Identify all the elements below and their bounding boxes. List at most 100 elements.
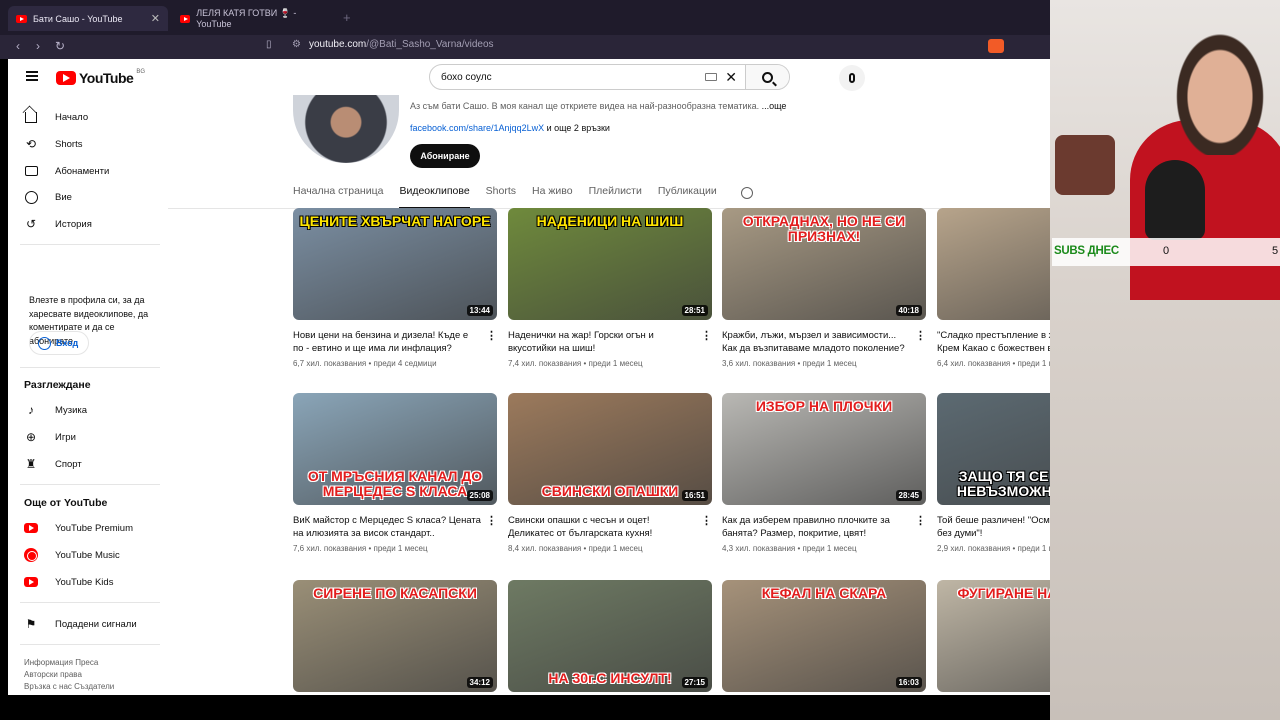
video-card[interactable]: 27:40 "Сладко престъпление в хладилника"!… (937, 208, 1050, 368)
close-icon[interactable]: ✕ (151, 12, 160, 25)
more-actions-icon[interactable]: ⋮ (486, 514, 497, 527)
video-thumbnail[interactable]: ФУГИРАНЕ НА ПЛОЧКИ14:39 (937, 580, 1050, 692)
more-actions-icon[interactable]: ⋮ (701, 514, 712, 527)
video-thumbnail[interactable]: НАДЕНИЦИ НА ШИШ 28:51 (508, 208, 712, 320)
bookmark-icon[interactable]: ▯ (266, 39, 272, 50)
search-icon (762, 71, 773, 83)
video-title[interactable]: "Сладко престъпление в хладилника"! Крем… (937, 329, 1050, 355)
back-icon[interactable]: ‹ (16, 39, 20, 53)
sidebar-item-gaming[interactable]: ⊕ Игри (24, 427, 76, 447)
menu-icon[interactable] (26, 71, 38, 81)
more-actions-icon[interactable]: ⋮ (915, 329, 926, 342)
thumbnail-text: СИРЕНЕ ПО КАСАПСКИ (313, 585, 477, 601)
video-title[interactable]: Наденички на жар! Горски огън и вкусотий… (508, 329, 712, 355)
brave-shield-icon[interactable] (988, 39, 1004, 53)
video-thumbnail[interactable]: ИЗБОР НА ПЛОЧКИ 28:45 (722, 393, 926, 505)
video-card[interactable]: НА 30г.С ИНСУЛТ! 27:15 (508, 580, 712, 692)
video-card[interactable]: ФУГИРАНЕ НА ПЛОЧКИ14:39 (937, 580, 1050, 692)
video-duration: 40:18 (895, 305, 922, 316)
sidebar-item-shorts[interactable]: ⟲ Shorts (24, 134, 83, 154)
more-actions-icon[interactable]: ⋮ (915, 514, 926, 527)
video-card[interactable]: ЗАЩО ТЯ СЕ РАЗСМЯ? НЕВЪЗМОЖНА ЛЮБОВ31:16… (937, 393, 1050, 553)
search-input[interactable]: бохо соулс (430, 72, 705, 83)
clear-search-icon[interactable]: ✕ (725, 69, 737, 86)
more-actions-icon[interactable]: ⋮ (486, 329, 497, 342)
video-thumbnail[interactable]: КЕФАЛ НА СКАРА 16:03 (722, 580, 926, 692)
video-card[interactable]: ОТ МРЪСНИЯ КАНАЛ ДО МЕРЦЕДЕС S КЛАСА 25:0… (293, 393, 497, 553)
more-links[interactable]: и още 2 връзки (544, 123, 610, 133)
search-button[interactable] (745, 65, 789, 89)
site-settings-icon[interactable]: ⚙ (292, 39, 301, 50)
video-card[interactable]: КЕФАЛ НА СКАРА 16:03 (722, 580, 926, 692)
sidebar-item-reports[interactable]: ⚑ Подадени сигнали (24, 614, 137, 634)
video-duration: 25:08 (466, 490, 493, 501)
tab-live[interactable]: На живо (532, 179, 573, 209)
video-thumbnail[interactable]: СИРЕНЕ ПО КАСАПСКИ 34:12 (293, 580, 497, 692)
tab-posts[interactable]: Публикации (658, 179, 717, 209)
video-card[interactable]: НАДЕНИЦИ НА ШИШ 28:51 Наденички на жар! Го… (508, 208, 712, 368)
video-thumbnail[interactable]: ОТ МРЪСНИЯ КАНАЛ ДО МЕРЦЕДЕС S КЛАСА 25:0… (293, 393, 497, 505)
tab-playlists[interactable]: Плейлисти (589, 179, 642, 209)
footer-line[interactable]: Информация Преса (24, 657, 114, 669)
sidebar-item-sports[interactable]: ♜ Спорт (24, 454, 82, 474)
video-title-text: Свински опашки с чесън и оцет! Деликатес… (508, 515, 653, 539)
video-card[interactable]: СИРЕНЕ ПО КАСАПСКИ 34:12 (293, 580, 497, 692)
channel-description[interactable]: Аз съм бати Сашо. В моя канал ще откриет… (410, 101, 786, 111)
footer-line[interactable]: Връзка с нас Създатели (24, 681, 114, 693)
youtube-logo[interactable]: YouTube BG (56, 69, 145, 86)
forward-icon[interactable]: › (36, 39, 40, 53)
video-thumbnail[interactable]: 27:40 (937, 208, 1050, 320)
description-text: Аз съм бати Сашо. В моя канал ще откриет… (410, 101, 760, 111)
footer-line[interactable]: Авторски права (24, 669, 114, 681)
subs-goal: 5 (1272, 245, 1279, 257)
tab-bati-sasho[interactable]: Бати Сашо - YouTube ✕ (8, 6, 168, 31)
channel-search-icon[interactable] (740, 187, 753, 199)
sidebar-item-label: Подадени сигнали (55, 618, 137, 630)
video-card[interactable]: ОТКРАДНАХ, НО НЕ СИ ПРИЗНАХ! 40:18 Кражби,… (722, 208, 926, 368)
sidebar-item-history[interactable]: ↺ История (24, 214, 92, 234)
youtube-favicon-icon (16, 14, 27, 23)
tab-shorts[interactable]: Shorts (486, 179, 516, 209)
subscribe-button[interactable]: Абониране (410, 144, 480, 168)
video-thumbnail[interactable]: ЗАЩО ТЯ СЕ РАЗСМЯ? НЕВЪЗМОЖНА ЛЮБОВ31:16 (937, 393, 1050, 505)
sidebar-item-you[interactable]: Вие (24, 187, 72, 207)
subs-counter: SUBS ДНЕС 0 5 (1052, 238, 1280, 266)
url-field[interactable]: ⚙ youtube.com/@Bati_Sasho_Varna/videos (292, 39, 494, 50)
webcam-overlay (1050, 0, 1280, 720)
video-thumbnail[interactable]: СВИНСКИ ОПАШКИ 16:51 (508, 393, 712, 505)
sidebar-item-kids[interactable]: YouTube Kids (24, 572, 113, 592)
video-thumbnail[interactable]: НА 30г.С ИНСУЛТ! 27:15 (508, 580, 712, 692)
video-title[interactable]: Как да изберем правилно плочките за баня… (722, 514, 926, 540)
signin-button[interactable]: Вход (29, 331, 89, 355)
video-title[interactable]: Кражби, лъжи, мързел и зависимости... Ка… (722, 329, 926, 355)
facebook-link[interactable]: facebook.com/share/1Anjqq2LwX (410, 123, 544, 133)
video-title[interactable]: Нови цени на бензина и дизела! Къде е по… (293, 329, 497, 355)
channel-avatar[interactable] (293, 95, 399, 163)
video-card[interactable]: ИЗБОР НА ПЛОЧКИ 28:45 Как да изберем прави… (722, 393, 926, 553)
more-link[interactable]: ...още (762, 101, 787, 111)
voice-search-button[interactable] (839, 65, 865, 91)
browser-tabbar: Бати Сашо - YouTube ✕ ЛЕЛЯ КАТЯ ГОТВИ 🍷 … (0, 0, 1050, 35)
video-card[interactable]: ЦЕНИТЕ ХВЪРЧАТ НАГОРЕ 13:44 Нови цени на б… (293, 208, 497, 368)
tab-lelya-katya[interactable]: ЛЕЛЯ КАТЯ ГОТВИ 🍷 - YouTube (172, 6, 332, 31)
video-thumbnail[interactable]: ЦЕНИТЕ ХВЪРЧАТ НАГОРЕ 13:44 (293, 208, 497, 320)
more-actions-icon[interactable]: ⋮ (701, 329, 712, 342)
sidebar-item-subscriptions[interactable]: Абонаменти (24, 161, 109, 181)
new-tab-button[interactable]: + (343, 10, 351, 25)
sidebar-item-music[interactable]: ♪ Музика (24, 400, 87, 420)
video-thumbnail[interactable]: ОТКРАДНАХ, НО НЕ СИ ПРИЗНАХ! 40:18 (722, 208, 926, 320)
keyboard-icon[interactable] (705, 73, 718, 81)
streamer-face (1170, 25, 1270, 155)
reload-icon[interactable]: ↻ (55, 39, 65, 53)
youtube-premium-icon (24, 521, 38, 535)
video-title[interactable]: ВиК майстор с Мерцедес S класа? Цената н… (293, 514, 497, 540)
trophy-icon: ♜ (25, 457, 37, 471)
sidebar-item-music-app[interactable]: YouTube Music (24, 545, 120, 565)
tab-home[interactable]: Начална страница (293, 179, 383, 209)
video-title[interactable]: Той беше различен! "Осми клас: Любов без… (937, 514, 1050, 540)
video-title[interactable]: Свински опашки с чесън и оцет! Деликатес… (508, 514, 712, 540)
video-card[interactable]: СВИНСКИ ОПАШКИ 16:51 Свински опашки с чесъ… (508, 393, 712, 553)
tab-videos[interactable]: Видеоклипове (399, 179, 470, 209)
sidebar-item-premium[interactable]: YouTube Premium (24, 518, 133, 538)
sidebar-item-home[interactable]: Начало (24, 107, 88, 127)
